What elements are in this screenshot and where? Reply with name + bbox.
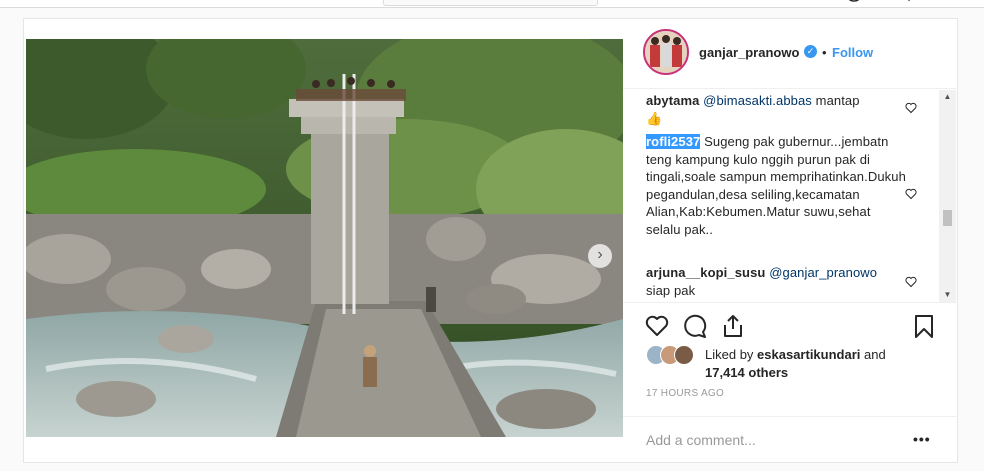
- likes-section: Liked by eskasartikundari and 17,414 oth…: [646, 345, 946, 381]
- bookmark-icon[interactable]: [911, 313, 937, 339]
- heart-nav-icon[interactable]: [900, 0, 918, 4]
- post-header: ganjar_pranowo ✓ • Follow: [623, 19, 958, 89]
- post-sidebar: ganjar_pranowo ✓ • Follow abytama @bimas…: [623, 19, 958, 462]
- comment-item: rofli2537 Sugeng pak gubernur...jembatn …: [646, 133, 908, 238]
- heart-icon[interactable]: [644, 313, 670, 339]
- comment-mention[interactable]: @ganjar_pranowo: [769, 265, 877, 280]
- liker-username[interactable]: eskasartikundari: [757, 347, 860, 362]
- likes-middle: and: [860, 347, 886, 362]
- likes-others[interactable]: 17,414 others: [705, 365, 788, 380]
- scroll-up-icon[interactable]: ▲: [939, 90, 956, 104]
- post-photo[interactable]: ›: [26, 39, 623, 437]
- heart-icon[interactable]: [905, 102, 917, 114]
- thumbs-up-icon: 👍: [646, 110, 663, 126]
- comments-scrollbar[interactable]: ▲ ▼: [939, 90, 956, 302]
- comment-username[interactable]: abytama: [646, 93, 699, 108]
- search-input[interactable]: [383, 0, 598, 6]
- comment-item: abytama @bimasakti.abbas mantap 👍: [646, 92, 908, 127]
- likes-prefix: Liked by: [705, 347, 758, 362]
- post-username[interactable]: ganjar_pranowo: [699, 45, 799, 60]
- post-actions: [623, 302, 958, 342]
- comment-input[interactable]: [646, 429, 896, 451]
- add-comment-bar: •••: [623, 416, 958, 462]
- post-card: › ganjar_pranowo ✓ • Follow abytama @bim…: [23, 18, 958, 463]
- profile-nav-icon[interactable]: [948, 0, 966, 4]
- heart-icon[interactable]: [905, 276, 917, 288]
- comment-username[interactable]: rofli2537: [646, 134, 701, 149]
- more-options-icon[interactable]: •••: [913, 431, 931, 447]
- follow-button[interactable]: Follow: [832, 45, 873, 60]
- comment-item: arjuna__kopi_susu @ganjar_pranowo siap p…: [646, 264, 908, 299]
- scroll-down-icon[interactable]: ▼: [939, 288, 956, 302]
- comment-text: siap pak: [646, 282, 696, 298]
- comments-list[interactable]: abytama @bimasakti.abbas mantap 👍 rofli2…: [623, 90, 958, 302]
- comment-mention[interactable]: @bimasakti.abbas: [703, 93, 812, 108]
- comment-username[interactable]: arjuna__kopi_susu: [646, 265, 765, 280]
- chevron-right-icon[interactable]: ›: [588, 244, 612, 268]
- comment-text: mantap: [811, 93, 860, 108]
- avatar[interactable]: [674, 345, 694, 365]
- compass-icon[interactable]: [845, 0, 863, 4]
- post-timestamp[interactable]: 17 HOURS AGO: [646, 388, 724, 399]
- top-nav: [0, 0, 984, 8]
- comment-icon[interactable]: [682, 313, 708, 339]
- comment-text: Sugeng pak gubernur...jembatn teng kampu…: [646, 134, 906, 237]
- avatar[interactable]: [643, 29, 689, 75]
- liker-avatars[interactable]: [646, 345, 700, 367]
- heart-icon[interactable]: [905, 188, 917, 200]
- verified-icon: ✓: [804, 45, 817, 58]
- share-icon[interactable]: [720, 313, 746, 339]
- likes-count: Liked by eskasartikundari and 17,414 oth…: [705, 346, 945, 382]
- separator-dot: •: [822, 45, 827, 60]
- scroll-thumb[interactable]: [943, 210, 952, 226]
